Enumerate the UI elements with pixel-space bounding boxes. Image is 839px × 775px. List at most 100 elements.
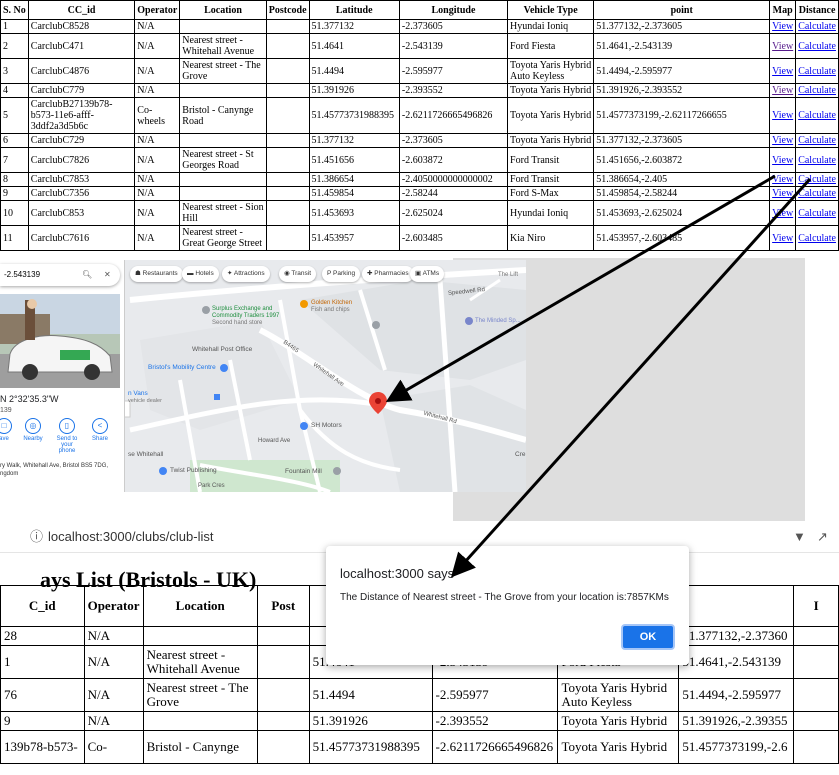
table-cell-operator: N/A [134,83,181,98]
nearby-action[interactable]: ◎ Nearby [21,418,45,442]
table-cell-vehicle: Toyota Yaris Hybrid [507,83,595,98]
search-icon[interactable]: 🔍︎ [82,264,92,286]
column-header: Postcode [265,0,310,20]
table-cell-distance: Calculate [795,58,839,84]
street-view-photo[interactable] [0,294,120,388]
calculate-distance-link[interactable]: Calculate [798,155,836,166]
column-header: I [793,585,839,627]
table-cell-postcode [265,186,310,201]
calculate-distance-link[interactable]: Calculate [798,66,836,77]
chip-restaurants[interactable]: ☗ Restaurants [130,266,183,282]
table-cell-distance: Calculate [795,172,839,187]
calculate-distance-link[interactable]: Calculate [798,41,836,52]
column-header: Distance [795,0,839,20]
table-cell-sno: 6 [0,133,29,148]
table-cell-cc_id: CarclubC7826 [27,147,136,173]
view-map-link[interactable]: View [772,110,793,121]
chip-transit[interactable]: ◉ Transit [279,266,316,282]
table-cell-distance: Calculate [795,133,839,148]
chip-atms[interactable]: ▣ ATMs [410,266,445,282]
atms-icon: ▣ [415,270,423,277]
view-map-link[interactable]: View [772,233,793,244]
table-row: 9 CarclubC7356 N/A 51.459854 -2.58244 Ford S-… [0,186,839,201]
share-action[interactable]: < Share [88,418,112,442]
table-cell-point: 51.386654,-2.405 [593,172,771,187]
table-row: 9 N/A 51.391926 -2.393552 Toyota Yaris Hybri… [0,711,839,731]
calculate-distance-link[interactable]: Calculate [798,21,836,32]
table-cell-c7: Toyota Yaris Hybrid [557,730,680,764]
table-cell-c6: -2.6211726665496826 [431,730,559,764]
table-cell-c2: Co- [83,730,144,764]
url-text[interactable]: localhost:3000/clubs/club-list [48,522,213,552]
column-header: S. No [0,0,29,20]
calculate-distance-link[interactable]: Calculate [798,188,836,199]
table-cell-location: Bristol - Canynge Road [179,97,267,134]
table-row: 4 CarclubC779 N/A 51.391926 -2.393552 Toyota … [0,83,839,98]
table-cell-sno: 9 [0,186,29,201]
view-map-link[interactable]: View [772,188,793,199]
table-cell-vehicle: Hyundai Ioniq [507,200,595,226]
table-cell-vehicle: Ford Fiesta [507,33,595,59]
table-cell-c5: 51.391926 [308,711,433,731]
calculate-distance-link[interactable]: Calculate [798,110,836,121]
share-icon[interactable]: ↗ [817,522,828,552]
chip-parking[interactable]: P Parking [322,266,361,282]
table-cell-lat: 51.391926 [308,83,400,98]
view-map-link[interactable]: View [772,41,793,52]
view-map-link[interactable]: View [772,174,793,185]
view-map-link[interactable]: View [772,85,793,96]
calculate-distance-link[interactable]: Calculate [798,233,836,244]
table-cell-sno: 2 [0,33,29,59]
table-cell-c8: 51.4577373199,-2.6 [678,730,795,764]
save-action[interactable]: □ ave [0,418,16,442]
column-header: point [593,0,771,20]
minded-poi-icon [465,317,473,325]
table-cell-c3 [142,626,258,646]
map-search-box[interactable]: -2.543139 🔍︎ ✕ [0,264,120,286]
calculate-distance-link[interactable]: Calculate [798,208,836,219]
view-map-link[interactable]: View [772,208,793,219]
view-map-link[interactable]: View [772,135,793,146]
table-cell-map: View [769,58,797,84]
table-cell-postcode [265,225,310,251]
table-cell-c8: 51.391926,-2.39355 [678,711,795,731]
calculate-distance-link[interactable]: Calculate [798,85,836,96]
howard-ave-label: Howard Ave [258,438,291,444]
chip-pharmacies[interactable]: ✚ Pharmacies [362,266,414,282]
table-cell-point: 51.453693,-2.625024 [593,200,771,226]
table-cell-location [179,172,267,187]
surplus-poi-icon [202,306,210,314]
column-header: Longitude [398,0,509,20]
chip-hotels[interactable]: ▬ Hotels [182,266,219,282]
table-cell-c2: N/A [83,645,144,679]
table-cell-distance: Calculate [795,147,839,173]
location-icon[interactable]: ▼ [793,522,806,552]
table-cell-point: 51.453957,-2.603485 [593,225,771,251]
table-cell-sno: 10 [0,200,29,226]
table-row: 3 CarclubC4876 N/A Nearest street - The Gro… [0,58,839,84]
info-icon[interactable]: ⓘ [30,522,43,552]
view-map-link[interactable]: View [772,66,793,77]
alert-message: The Distance of Nearest street - The Gro… [340,592,669,603]
table-cell-vehicle: Ford S-Max [507,186,595,201]
send-to-phone-action[interactable]: ▯ Send to your phone [52,418,82,454]
table-row: 10 CarclubC853 N/A Nearest street - Sion Hi… [0,200,839,226]
ok-button[interactable]: OK [621,624,675,650]
table-cell-c1: 76 [0,678,85,712]
table-cell-location [179,19,267,34]
table-cell-c7: Toyota Yaris Hybrid [557,711,680,731]
cre-label: Cre [515,451,526,458]
map-search-input[interactable]: -2.543139 [4,264,40,286]
table-cell-c6: -2.393552 [431,711,559,731]
calculate-distance-link[interactable]: Calculate [798,174,836,185]
table-cell-operator: N/A [134,200,181,226]
view-map-link[interactable]: View [772,155,793,166]
table-row: 2 CarclubC471 N/A Nearest street - Whitehal… [0,33,839,59]
table-cell-c8: 51.4494,-2.595977 [678,678,795,712]
close-icon[interactable]: ✕ [104,264,111,286]
table-cell-lon: -2.393552 [398,83,509,98]
chip-attractions[interactable]: ✦ Attractions [222,266,270,282]
view-map-link[interactable]: View [772,21,793,32]
calculate-distance-link[interactable]: Calculate [798,135,836,146]
table-cell-operator: N/A [134,19,181,34]
